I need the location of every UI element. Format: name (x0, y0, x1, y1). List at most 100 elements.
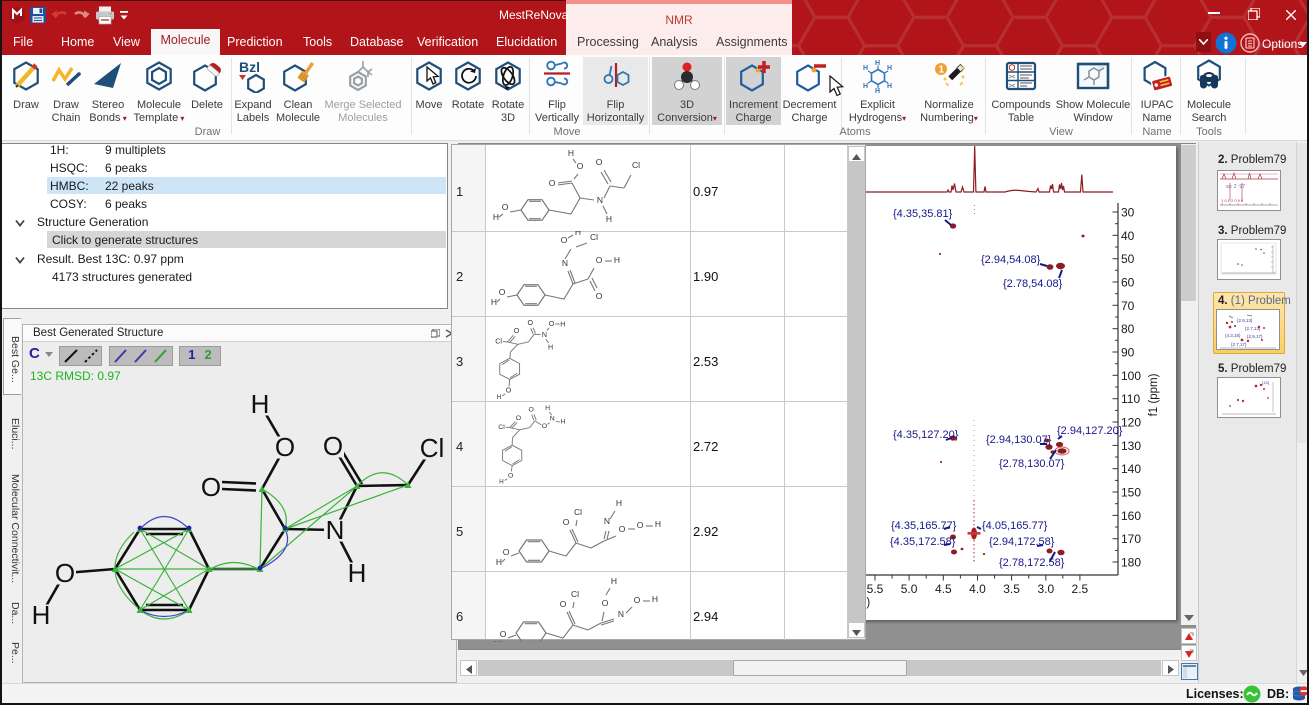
svg-text:O: O (637, 520, 644, 530)
svg-text:H: H (494, 639, 500, 642)
svg-text:{2.78,54.08}: {2.78,54.08} (1003, 278, 1063, 290)
svg-text:O: O (508, 472, 513, 479)
svg-text:Cl: Cl (495, 337, 502, 345)
svg-text:{4.35,35.81}: {4.35,35.81} (893, 208, 953, 220)
svg-text:Cl: Cl (590, 232, 598, 242)
svg-text:H: H (545, 405, 550, 412)
svg-text:H: H (606, 214, 612, 224)
svg-text:180: 180 (1121, 556, 1141, 570)
svg-text:H: H (561, 418, 566, 425)
svg-text:3.5: 3.5 (1003, 582, 1020, 596)
svg-text:50: 50 (1121, 252, 1135, 266)
svg-text:170: 170 (1121, 532, 1141, 546)
svg-text:3.0: 3.0 (1037, 582, 1054, 596)
svg-text:O: O (506, 387, 512, 395)
svg-text:O: O (499, 287, 506, 297)
svg-text:{2.94,54.08}: {2.94,54.08} (981, 254, 1041, 266)
svg-text:{2.78,172.58}: {2.78,172.58} (999, 557, 1065, 569)
svg-text:N: N (562, 258, 568, 268)
svg-text:4.0: 4.0 (969, 582, 986, 596)
svg-text:O: O (563, 517, 570, 527)
svg-text:H: H (32, 600, 51, 630)
svg-text:80: 80 (1121, 322, 1135, 336)
svg-text:N: N (542, 331, 547, 339)
svg-text:O: O (516, 415, 521, 422)
svg-text:O: O (596, 157, 603, 167)
svg-text:H: H (251, 389, 270, 419)
svg-text:{2.9,13}: {2.9,13} (1237, 318, 1253, 323)
svg-text:O: O (596, 291, 603, 301)
svg-text:110: 110 (1121, 392, 1140, 406)
svg-text:160: 160 (1121, 509, 1141, 523)
svg-text:H: H (348, 558, 367, 588)
svg-text:70: 70 (1121, 299, 1135, 313)
svg-text:N: N (618, 609, 624, 619)
svg-text:H: H (496, 557, 502, 567)
svg-text:O: O (514, 327, 520, 335)
svg-text:O: O (527, 319, 533, 327)
svg-text:Bzl: Bzl (239, 59, 260, 75)
svg-text:O: O (502, 202, 509, 212)
svg-text:{4.05,165.77}: {4.05,165.77} (982, 520, 1048, 532)
svg-text:O: O (542, 423, 547, 430)
svg-text:H: H (568, 148, 574, 158)
svg-text:O: O (549, 320, 555, 328)
svg-text:Cl: Cl (420, 433, 445, 463)
svg-text:Cl: Cl (571, 589, 579, 599)
svg-text:N: N (550, 416, 555, 423)
svg-text:{2.94,172.58}: {2.94,172.58} (989, 536, 1055, 548)
svg-text:H: H (614, 255, 620, 265)
svg-text:O: O (619, 524, 626, 534)
svg-text:5.5: 5.5 (867, 582, 884, 596)
svg-text:O: O (323, 431, 343, 461)
svg-text:O: O (201, 472, 221, 502)
svg-text:H: H (863, 83, 868, 90)
svg-text:H: H (499, 479, 504, 486)
svg-text:30: 30 (1121, 206, 1135, 220)
svg-text:O: O (596, 255, 603, 265)
svg-text:90: 90 (1121, 346, 1135, 360)
svg-text:{13}: {13} (1262, 380, 1270, 385)
svg-text:H: H (611, 576, 617, 586)
svg-text:{4.35,165.77}: {4.35,165.77} (891, 520, 957, 532)
svg-text:Cl: Cl (574, 507, 582, 517)
svg-text:{4.3,16}: {4.3,16} (1225, 333, 1241, 338)
svg-text:100: 100 (1121, 369, 1141, 383)
svg-text:H: H (497, 394, 502, 401)
svg-text:2.5: 2.5 (1072, 582, 1089, 596)
svg-text:H: H (548, 344, 553, 352)
svg-text:O: O (549, 178, 556, 188)
svg-text:{4.35,172.58}: {4.35,172.58} (890, 536, 956, 548)
svg-text:H: H (887, 83, 892, 90)
svg-text:{2.7,17}: {2.7,17} (1231, 342, 1247, 347)
svg-text:H: H (652, 594, 658, 604)
svg-text:N: N (604, 516, 610, 526)
svg-text:60: 60 (1121, 276, 1135, 290)
svg-text:H: H (875, 88, 880, 93)
svg-text:{2.9,17}: {2.9,17} (1247, 334, 1263, 339)
svg-text:O: O (275, 432, 295, 462)
svg-text:4.5: 4.5 (935, 582, 952, 596)
svg-text:H: H (863, 65, 868, 72)
svg-text:Cl: Cl (632, 160, 640, 170)
svg-text:130: 130 (1121, 439, 1141, 453)
svg-text:O: O (560, 599, 567, 609)
svg-text:{2.78,130.07}: {2.78,130.07} (999, 458, 1065, 470)
svg-text:1 0 1 2 0 9 8: 1 0 1 2 0 9 8 (1221, 198, 1244, 203)
svg-text:f1 (ppm): f1 (ppm) (1148, 373, 1160, 416)
svg-text:O: O (503, 547, 510, 557)
svg-text:H: H (575, 231, 581, 237)
svg-text:N: N (326, 515, 345, 545)
svg-text:1: 1 (939, 65, 945, 76)
svg-text:O: O (602, 598, 609, 608)
svg-text:Cl: Cl (498, 424, 505, 431)
svg-text:120: 120 (1121, 416, 1141, 430)
svg-text:{2.94,127.20}: {2.94,127.20} (1057, 425, 1123, 437)
svg-text:H: H (493, 212, 499, 222)
svg-text:5.0: 5.0 (901, 582, 918, 596)
svg-text:H: H (560, 320, 565, 328)
svg-text:H: H (616, 498, 622, 508)
svg-text:40: 40 (1121, 229, 1135, 243)
svg-text:N: N (597, 195, 603, 205)
svg-text:O: O (55, 558, 75, 588)
